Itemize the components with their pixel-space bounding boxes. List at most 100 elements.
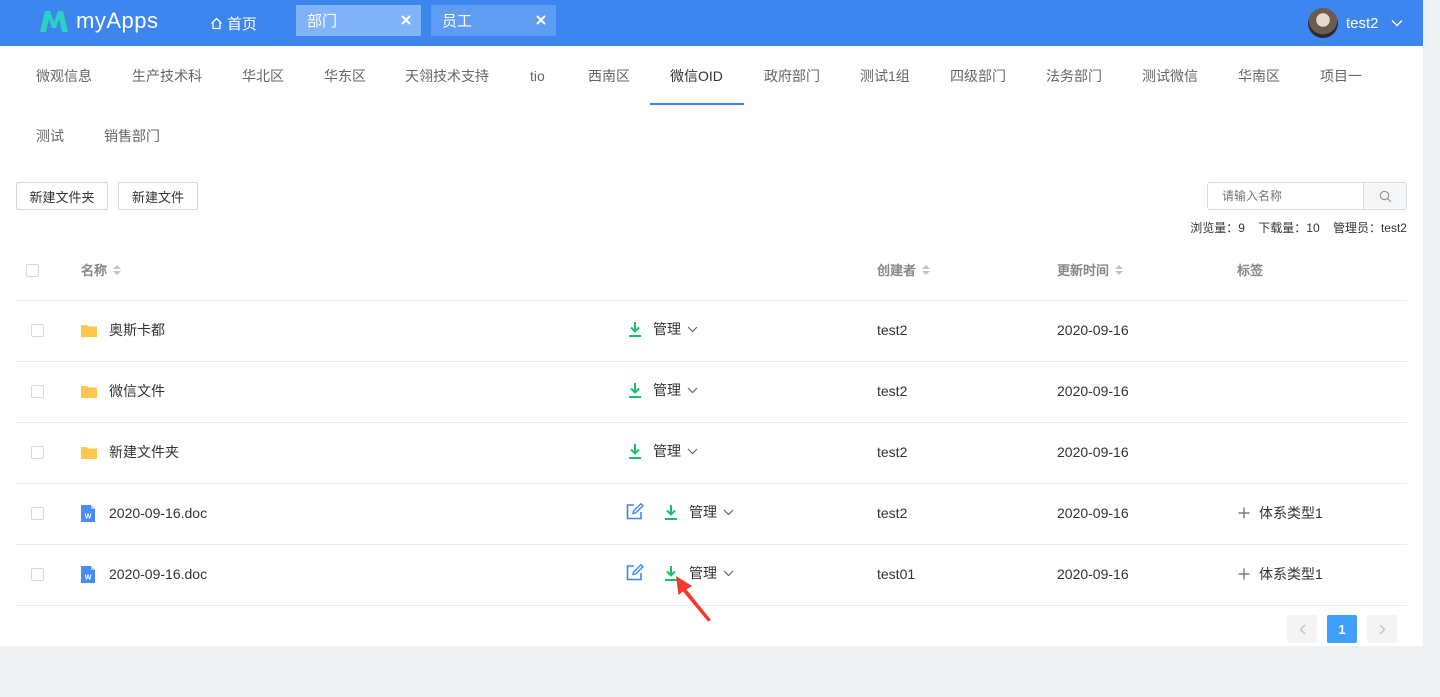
folder-icon: [81, 385, 97, 398]
dept-tab[interactable]: 天翎技术支持: [405, 47, 489, 105]
column-header-label: 名称: [81, 263, 108, 278]
search-input[interactable]: [1208, 183, 1363, 209]
chevron-right-icon: [1379, 624, 1385, 634]
nav-home[interactable]: 首页: [210, 0, 257, 46]
file-name-cell[interactable]: 新建文件夹: [81, 442, 179, 462]
tag-cell[interactable]: 体系类型1: [1238, 503, 1323, 523]
download-icon[interactable]: [628, 321, 642, 337]
column-header-creator[interactable]: 创建者: [877, 260, 931, 279]
column-header-label: 标签: [1237, 263, 1264, 278]
edit-icon[interactable]: [626, 564, 644, 581]
row-checkbox[interactable]: [31, 385, 44, 398]
download-icon[interactable]: [628, 382, 642, 398]
dept-tab[interactable]: 测试: [36, 107, 64, 165]
sort-icon[interactable]: [113, 264, 122, 275]
next-page-button[interactable]: [1367, 615, 1397, 643]
column-header-name[interactable]: 名称: [81, 260, 122, 279]
column-header-label: 更新时间: [1057, 263, 1110, 278]
chevron-down-icon[interactable]: [687, 387, 698, 394]
top-bar: myApps 首页 部门 员工 test2: [0, 0, 1423, 46]
dept-tab[interactable]: 生产技术科: [132, 47, 202, 105]
dept-tab[interactable]: 政府部门: [764, 47, 820, 105]
search-button[interactable]: [1363, 183, 1406, 209]
dept-tab[interactable]: 测试微信: [1142, 47, 1198, 105]
nav-tab-label: 部门: [307, 13, 338, 30]
divider: [16, 422, 1407, 423]
folder-icon: [81, 324, 97, 337]
updated-cell: 2020-09-16: [1057, 566, 1129, 582]
column-header-tags: 标签: [1237, 260, 1263, 279]
file-name: 奥斯卡都: [109, 322, 165, 338]
select-all-checkbox[interactable]: [26, 264, 39, 277]
chevron-down-icon[interactable]: [687, 448, 698, 455]
divider: [16, 300, 1407, 301]
word-doc-icon: W: [81, 504, 95, 522]
column-header-updated[interactable]: 更新时间: [1057, 260, 1124, 279]
download-icon[interactable]: [628, 443, 642, 459]
file-name-cell[interactable]: W 2020-09-16.doc: [81, 503, 207, 523]
dept-tab[interactable]: 西南区: [588, 47, 630, 105]
word-doc-icon: W: [81, 565, 95, 583]
file-name-cell[interactable]: 奥斯卡都: [81, 320, 165, 340]
close-icon[interactable]: [533, 12, 549, 28]
stats-bar: 浏览量：9 下载量：10 管理员：test2: [1180, 219, 1407, 236]
prev-page-button[interactable]: [1287, 615, 1317, 643]
dept-tab[interactable]: 四级部门: [950, 47, 1006, 105]
scrollbar-track[interactable]: [1423, 0, 1440, 697]
dept-tab[interactable]: 项目一: [1320, 47, 1362, 105]
creator-cell: test2: [877, 322, 908, 338]
tag-label: 体系类型1: [1259, 566, 1323, 582]
creator-cell: test01: [877, 566, 916, 582]
dept-tab[interactable]: 法务部门: [1046, 47, 1102, 105]
edit-icon[interactable]: [626, 503, 644, 520]
updated-cell: 2020-09-16: [1057, 383, 1129, 399]
app-logo[interactable]: myApps: [38, 6, 158, 36]
home-icon: [211, 17, 222, 29]
file-name: 微信文件: [109, 383, 165, 399]
file-name-cell[interactable]: W 2020-09-16.doc: [81, 564, 207, 584]
sort-icon[interactable]: [1115, 264, 1124, 275]
chevron-down-icon[interactable]: [723, 509, 734, 516]
active-tab-indicator: [650, 103, 744, 105]
close-icon[interactable]: [398, 12, 414, 28]
new-file-button[interactable]: 新建文件: [118, 182, 198, 210]
manage-menu[interactable]: 管理: [653, 380, 681, 400]
downloads-count: 下载量：10: [1258, 221, 1320, 235]
divider: [16, 361, 1407, 362]
updated-cell: 2020-09-16: [1057, 444, 1129, 460]
row-checkbox[interactable]: [31, 568, 44, 581]
content-card: [0, 46, 1423, 646]
user-menu[interactable]: test2: [1308, 8, 1403, 38]
row-checkbox[interactable]: [31, 507, 44, 520]
page-number-current[interactable]: 1: [1327, 615, 1357, 643]
dept-tab[interactable]: 华南区: [1238, 47, 1280, 105]
file-name-cell[interactable]: 微信文件: [81, 381, 165, 401]
plus-icon[interactable]: [1238, 568, 1250, 580]
search-box: [1207, 182, 1407, 210]
dept-tab[interactable]: 华北区: [242, 47, 284, 105]
updated-cell: 2020-09-16: [1057, 322, 1129, 338]
new-folder-button[interactable]: 新建文件夹: [16, 182, 108, 210]
dept-tab[interactable]: 测试1组: [860, 47, 910, 105]
chevron-down-icon[interactable]: [687, 326, 698, 333]
sort-icon[interactable]: [922, 264, 931, 275]
manage-menu[interactable]: 管理: [653, 319, 681, 339]
folder-icon: [81, 446, 97, 459]
user-name: test2: [1346, 14, 1379, 32]
nav-tab-employee[interactable]: 员工: [431, 5, 556, 36]
dept-tab[interactable]: 销售部门: [104, 107, 160, 165]
manage-menu[interactable]: 管理: [689, 502, 717, 522]
download-icon[interactable]: [664, 504, 678, 520]
dept-tab-active[interactable]: 微信OID: [670, 47, 723, 105]
manage-menu[interactable]: 管理: [653, 441, 681, 461]
file-name: 2020-09-16.doc: [109, 566, 208, 582]
row-checkbox[interactable]: [31, 324, 44, 337]
chevron-down-icon[interactable]: [723, 570, 734, 577]
row-checkbox[interactable]: [31, 446, 44, 459]
dept-tab[interactable]: 微观信息: [36, 47, 92, 105]
plus-icon[interactable]: [1238, 507, 1250, 519]
dept-tab[interactable]: tio: [530, 47, 545, 105]
nav-tab-department[interactable]: 部门: [296, 5, 421, 36]
tag-cell[interactable]: 体系类型1: [1238, 564, 1323, 584]
dept-tab[interactable]: 华东区: [324, 47, 366, 105]
